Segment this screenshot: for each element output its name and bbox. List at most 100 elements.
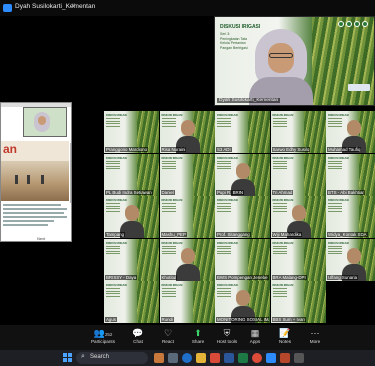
chevron-down-icon[interactable]: ∨ bbox=[71, 2, 75, 9]
participant-name-label: Khotitul bbox=[160, 274, 178, 280]
tile-event-heading: DISKUSI IRIGASI bbox=[161, 241, 183, 245]
rice-field-image bbox=[303, 153, 326, 196]
participant-name-label: BTS - Abi Bakhtiar bbox=[327, 189, 365, 195]
participant-tile[interactable]: DISKUSI IRIGASI Risa Nuraini bbox=[159, 111, 215, 153]
rice-field-image bbox=[192, 281, 215, 323]
org-badge bbox=[348, 84, 370, 91]
participant-tile[interactable]: DISKUSI IRIGASI Sarwo Edhy Susilo bbox=[270, 111, 326, 153]
slide-banner: an bbox=[1, 141, 69, 161]
tile-event-heading: DISKUSI IRIGASI bbox=[217, 156, 238, 160]
participant-tile[interactable]: DISKUSI IRIGASI Tri Ahmad bbox=[270, 153, 326, 196]
participant-tile[interactable]: DISKUSI IRIGASI Muhamad Taufiq bbox=[326, 111, 375, 153]
participant-tile[interactable]: DISKUSI IRIGASI BRA Malang-DPI bbox=[270, 238, 326, 281]
participant-tile[interactable]: DISKUSI IRIGASI Pupi R. BRIN bbox=[215, 153, 270, 196]
presenter-video-tile[interactable]: DISKUSI IRIGASI Seri 3: Peningkatan Tata… bbox=[214, 16, 375, 106]
rice-field-image bbox=[312, 17, 374, 105]
share-button[interactable]: ⬆ Share bbox=[183, 327, 213, 345]
presenter-avatar bbox=[249, 29, 313, 105]
settings-icon[interactable] bbox=[294, 353, 304, 363]
more-button[interactable]: ⋯ More bbox=[300, 327, 330, 345]
participant-tile[interactable]: DISKUSI IRIGASI MONITORING SOSIAL IMAMUDD… bbox=[215, 281, 270, 323]
rice-field-image bbox=[137, 281, 159, 323]
search-icon: ⌕ bbox=[81, 353, 85, 360]
shared-screen-content[interactable]: an Next bbox=[0, 102, 72, 242]
rice-field-image bbox=[303, 238, 326, 281]
participant-name-label: BRA Malang-DPI bbox=[271, 274, 307, 280]
self-view-thumbnail[interactable] bbox=[23, 107, 67, 137]
tile-event-heading: DISKUSI IRIGASI bbox=[272, 241, 294, 245]
windows-start-icon[interactable] bbox=[63, 353, 73, 363]
tile-event-heading: DISKUSI IRIGASI bbox=[106, 284, 127, 287]
people-icon: 👥252 bbox=[93, 328, 113, 338]
react-button[interactable]: ♡ React bbox=[153, 327, 183, 345]
participant-tile[interactable]: DISKUSI IRIGASI Agus bbox=[104, 281, 159, 323]
shared-screen-owner-title[interactable]: Dyah Susilokarti_Kementan bbox=[15, 3, 95, 10]
edge-browser-icon[interactable] bbox=[182, 353, 192, 363]
participant-tile[interactable]: DISKUSI IRIGASI Khotitul bbox=[159, 238, 215, 281]
participant-name-label: Mashu_PEP bbox=[160, 232, 187, 237]
task-view-icon[interactable] bbox=[168, 353, 178, 363]
tile-event-heading: DISKUSI IRIGASI bbox=[272, 114, 294, 117]
participant-tile[interactable]: DISKUSI IRIGASI Rundi bbox=[159, 281, 215, 323]
chat-button[interactable]: 💬 Chat bbox=[123, 327, 153, 345]
participant-gallery: DISKUSI IRIGASI Pranggono Mardiono DISKUSI… bbox=[104, 111, 375, 323]
participant-tile[interactable]: DISKUSI IRIGASI Pranggono Mardiono bbox=[104, 111, 159, 153]
participant-tile[interactable]: DISKUSI IRIGASI PL Budi Indra Setiawan bbox=[104, 153, 159, 196]
participant-tile[interactable]: DISKUSI IRIGASI Wiji Mahardika bbox=[270, 196, 326, 238]
notes-button[interactable]: 📝 Notes bbox=[270, 327, 300, 345]
word-icon[interactable] bbox=[224, 353, 234, 363]
presenter-name-label: Dyah Susilokarti_Kementan bbox=[217, 98, 281, 103]
document-nav-button[interactable]: Next bbox=[37, 236, 45, 241]
participant-tile[interactable]: DISKUSI IRIGASI Mashu_PEP bbox=[159, 196, 215, 238]
participant-tile[interactable]: DISKUSI IRIGASI Prof. Sitanggang bbox=[215, 196, 270, 238]
event-subtitle: Seri 3: Peningkatan Tata Kelola Pertania… bbox=[220, 32, 248, 50]
host-tools-button[interactable]: ⛨ Host tools bbox=[212, 327, 242, 345]
logo-icon bbox=[354, 21, 360, 27]
participant-name-label: Tri Ahmad bbox=[271, 189, 294, 195]
share-arrow-icon: ⬆ bbox=[194, 328, 202, 338]
excel-icon[interactable] bbox=[238, 353, 248, 363]
participant-tile[interactable]: DISKUSI IRIGASI BRISSY - Daya bbox=[104, 238, 159, 281]
tile-event-heading: DISKUSI IRIGASI bbox=[217, 114, 238, 117]
participant-name-label: Agus bbox=[105, 317, 118, 322]
participant-name-label: Daniel bbox=[160, 189, 175, 195]
participant-name-label: Ulfang Sunaria bbox=[327, 274, 359, 280]
office-app-icon[interactable] bbox=[210, 353, 220, 363]
tile-event-heading: DISKUSI IRIGASI bbox=[272, 199, 294, 202]
powerpoint-icon[interactable] bbox=[280, 353, 290, 363]
rice-field-image bbox=[303, 281, 326, 323]
participant-name-label: MONITORING SOSIAL IMAMUDDIN bbox=[216, 317, 269, 322]
chat-icon: 💬 bbox=[132, 328, 144, 338]
logo-icon bbox=[346, 21, 352, 27]
tile-event-heading: DISKUSI IRIGASI bbox=[272, 156, 294, 160]
zoom-camera-icon bbox=[3, 4, 12, 12]
widgets-icon[interactable] bbox=[154, 353, 164, 363]
apps-button[interactable]: ▦ Apps bbox=[240, 327, 270, 345]
participant-tile[interactable]: DISKUSI IRIGASI BWS Pompengan Jenebe bbox=[215, 238, 270, 281]
rice-field-image bbox=[192, 196, 215, 238]
rice-field-image bbox=[137, 238, 159, 281]
participants-button[interactable]: 👥252 Participants bbox=[88, 327, 118, 345]
chrome-icon[interactable] bbox=[252, 353, 262, 363]
participant-tile[interactable]: DISKUSI IRIGASI Daniel bbox=[159, 153, 215, 196]
sponsor-logos bbox=[338, 21, 368, 27]
participant-tile[interactable]: DISKUSI IRIGASI Widya_Kontak SDA bbox=[326, 196, 375, 238]
participant-name-label: Pranggono Mardiono bbox=[105, 147, 149, 152]
file-explorer-icon[interactable] bbox=[196, 353, 206, 363]
taskbar-search-box[interactable]: ⌕ Search bbox=[76, 352, 148, 364]
document-scrollbar[interactable] bbox=[70, 143, 71, 203]
taskbar-search-label: Search bbox=[90, 354, 110, 360]
participant-tile[interactable]: DISKUSI IRIGASI BTS - Abi Bakhtiar bbox=[326, 153, 375, 196]
tile-event-heading: DISKUSI IRIGASI bbox=[106, 114, 127, 117]
participant-tile[interactable]: DISKUSI IRIGASI BBS Sum + Ivan bbox=[270, 281, 326, 323]
participant-tile[interactable]: DISKUSI IRIGASI S3 ADI bbox=[215, 111, 270, 153]
participant-tile[interactable]: DISKUSI IRIGASI Tampang bbox=[104, 196, 159, 238]
zoom-app-icon[interactable] bbox=[266, 353, 276, 363]
windows-taskbar: ⌕ Search bbox=[0, 350, 375, 366]
slide-body-text bbox=[3, 204, 67, 228]
tile-event-heading: DISKUSI IRIGASI bbox=[217, 241, 238, 245]
tile-event-heading: DISKUSI IRIGASI bbox=[217, 199, 238, 202]
heart-icon: ♡ bbox=[163, 328, 173, 338]
participant-tile[interactable]: DISKUSI IRIGASI Ulfang Sunaria bbox=[326, 238, 375, 281]
participant-name-label: Risa Nuraini bbox=[160, 147, 187, 152]
